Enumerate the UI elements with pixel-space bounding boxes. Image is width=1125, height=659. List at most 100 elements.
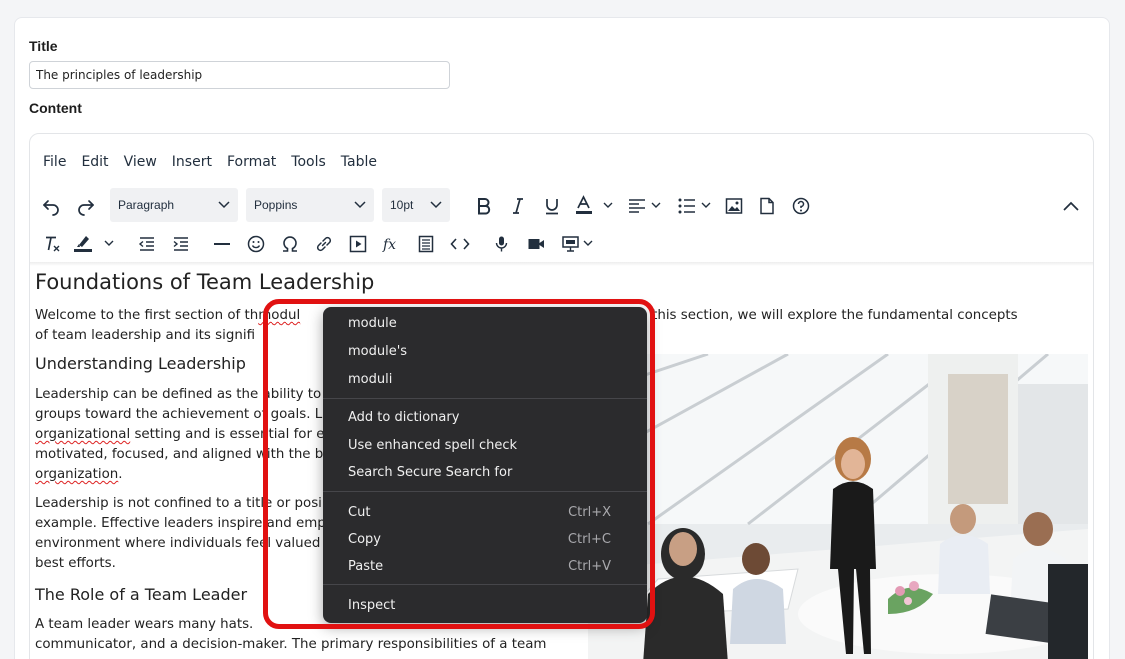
paragraph-definition-line-1: Leadership can be defined as the ability… <box>35 387 322 402</box>
paste-item[interactable]: Paste Ctrl+V <box>348 555 611 577</box>
block-format-value: Paragraph <box>118 198 175 212</box>
chevron-down-icon <box>430 201 442 209</box>
clear-formatting-icon <box>46 236 60 252</box>
bullet-list-button[interactable] <box>676 190 716 222</box>
link-icon <box>316 236 332 252</box>
bold-icon <box>478 198 491 215</box>
indent-button[interactable] <box>169 228 193 260</box>
underline-icon <box>546 199 558 215</box>
horizontal-rule-icon <box>214 243 230 245</box>
menu-separator <box>323 491 647 492</box>
cut-item[interactable]: Cut Ctrl+X <box>348 501 611 523</box>
align-button[interactable] <box>626 190 666 222</box>
font-size-value: 10pt <box>390 198 414 212</box>
menu-separator <box>323 398 647 399</box>
toolbar-divider <box>30 262 1093 266</box>
emoji-button[interactable] <box>244 228 268 260</box>
menu-item-label: Add to dictionary <box>348 409 460 425</box>
paragraph-leadership-line-3: environment where individuals feel value… <box>35 536 321 551</box>
text-color-icon <box>576 195 613 214</box>
insert-media-button[interactable] <box>346 228 370 260</box>
title-input[interactable] <box>29 61 450 89</box>
collapse-toolbar-button[interactable] <box>1058 190 1084 222</box>
redo-button[interactable] <box>73 190 99 222</box>
menu-item-label: Cut <box>348 504 371 520</box>
enhanced-spell-check-item[interactable]: Use enhanced spell check <box>348 434 611 456</box>
undo-icon <box>43 200 59 216</box>
italic-button[interactable] <box>506 190 530 222</box>
menu-table[interactable]: Table <box>341 150 377 174</box>
highlight-color-icon <box>74 236 114 252</box>
help-icon <box>792 197 810 215</box>
special-character-button[interactable] <box>278 228 302 260</box>
menu-format[interactable]: Format <box>227 150 276 174</box>
media-icon <box>349 235 367 253</box>
insert-document-button[interactable] <box>755 190 779 222</box>
text-run: on. In this section, we will explore the… <box>610 308 1018 323</box>
paragraph-role-line-2: communicator, and a decision-maker. The … <box>35 637 547 652</box>
copy-item[interactable]: Copy Ctrl+C <box>348 528 611 550</box>
inspect-item[interactable]: Inspect <box>348 594 611 616</box>
editor-toolbar-secondary: fx <box>30 224 1093 264</box>
formula-icon: fx <box>382 237 396 253</box>
image-icon <box>725 198 743 214</box>
editor-toolbar-primary: Paragraph Poppins 10pt <box>30 186 1093 226</box>
paragraph-definition-line-5: organization. <box>35 465 123 485</box>
undo-button[interactable] <box>38 190 64 222</box>
paragraph-leadership-line-4: best efforts. <box>35 556 116 571</box>
flagged-word-organization[interactable]: organization <box>35 467 118 482</box>
redo-icon <box>78 200 94 216</box>
spellcheck-context-menu: module module's moduli Add to dictionary… <box>323 307 647 623</box>
italic-icon <box>513 198 523 214</box>
suggestion-module[interactable]: module <box>348 312 611 334</box>
menu-item-label: Search Secure Search for <box>348 464 513 480</box>
emoji-icon <box>247 235 265 253</box>
highlight-color-button[interactable] <box>72 228 118 260</box>
indent-icon <box>173 237 188 251</box>
menu-file[interactable]: File <box>43 150 66 174</box>
outdent-icon <box>138 237 154 251</box>
bold-button[interactable] <box>472 190 496 222</box>
text-color-button[interactable] <box>573 190 617 222</box>
formula-button[interactable]: fx <box>380 228 404 260</box>
svg-text:fx: fx <box>382 237 396 253</box>
shortcut-label: Ctrl+V <box>568 558 611 574</box>
clear-formatting-button[interactable] <box>40 228 64 260</box>
suggestion-moduli[interactable]: moduli <box>348 368 611 390</box>
menu-insert[interactable]: Insert <box>172 150 212 174</box>
voice-button[interactable] <box>490 228 514 260</box>
bullet-list-icon <box>678 198 711 214</box>
font-family-select[interactable]: Poppins <box>246 188 374 222</box>
menu-item-label: Paste <box>348 558 384 574</box>
paragraph-definition-line-4: motivated, focused, and aligned with the… <box>35 447 324 462</box>
insert-image-button[interactable] <box>722 190 746 222</box>
meeting-photo[interactable] <box>588 354 1088 659</box>
misspelled-word-modul[interactable]: modul <box>258 308 300 323</box>
flagged-word-organizational[interactable]: organizational <box>35 427 130 442</box>
template-icon <box>418 235 434 253</box>
add-to-dictionary-item[interactable]: Add to dictionary <box>348 406 611 428</box>
paragraph-leadership-line-1: Leadership is not confined to a title or… <box>35 496 322 511</box>
menu-view[interactable]: View <box>124 150 157 174</box>
suggestion-modules-possessive[interactable]: module's <box>348 340 611 362</box>
title-label: Title <box>29 38 58 54</box>
menu-edit[interactable]: Edit <box>81 150 108 174</box>
underline-button[interactable] <box>540 190 564 222</box>
block-format-select[interactable]: Paragraph <box>110 188 238 222</box>
video-button[interactable] <box>524 228 548 260</box>
chevron-down-icon <box>354 201 366 209</box>
help-button[interactable] <box>789 190 813 222</box>
horizontal-rule-button[interactable] <box>210 228 234 260</box>
heading-role-of-team-leader: The Role of a Team Leader <box>35 585 248 604</box>
font-size-select[interactable]: 10pt <box>382 188 450 222</box>
search-secure-search-item[interactable]: Search Secure Search for <box>348 461 611 483</box>
menu-item-label: Inspect <box>348 597 396 613</box>
source-code-icon <box>450 238 470 250</box>
source-code-button[interactable] <box>448 228 472 260</box>
link-button[interactable] <box>312 228 336 260</box>
font-family-value: Poppins <box>254 198 298 212</box>
outdent-button[interactable] <box>135 228 159 260</box>
template-button[interactable] <box>414 228 438 260</box>
menu-tools[interactable]: Tools <box>291 150 326 174</box>
presentation-button[interactable] <box>560 228 600 260</box>
